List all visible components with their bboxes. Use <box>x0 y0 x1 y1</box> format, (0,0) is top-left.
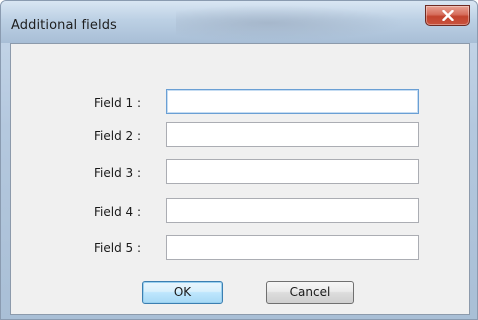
close-button[interactable] <box>425 5 470 26</box>
field-1-input[interactable] <box>166 89 419 114</box>
close-icon <box>441 10 454 21</box>
field-4-input[interactable] <box>166 198 419 223</box>
dialog-window: Additional fields Field 1 : Field 2 : Fi… <box>0 0 478 320</box>
field-1-label: Field 1 : <box>93 96 141 110</box>
window-title: Additional fields <box>11 18 117 33</box>
field-2-input[interactable] <box>166 122 419 147</box>
cancel-button[interactable]: Cancel <box>266 281 354 304</box>
field-5-label: Field 5 : <box>93 241 141 255</box>
field-3-label: Field 3 : <box>93 166 141 180</box>
field-5-input[interactable] <box>166 235 419 260</box>
field-3-input[interactable] <box>166 159 419 184</box>
field-2-label: Field 2 : <box>93 129 141 143</box>
ok-button[interactable]: OK <box>142 281 223 304</box>
field-4-label: Field 4 : <box>93 205 141 219</box>
title-bar-background <box>176 5 406 41</box>
dialog-content: Field 1 : Field 2 : Field 3 : Field 4 : … <box>10 43 470 315</box>
title-bar[interactable]: Additional fields <box>1 1 477 43</box>
